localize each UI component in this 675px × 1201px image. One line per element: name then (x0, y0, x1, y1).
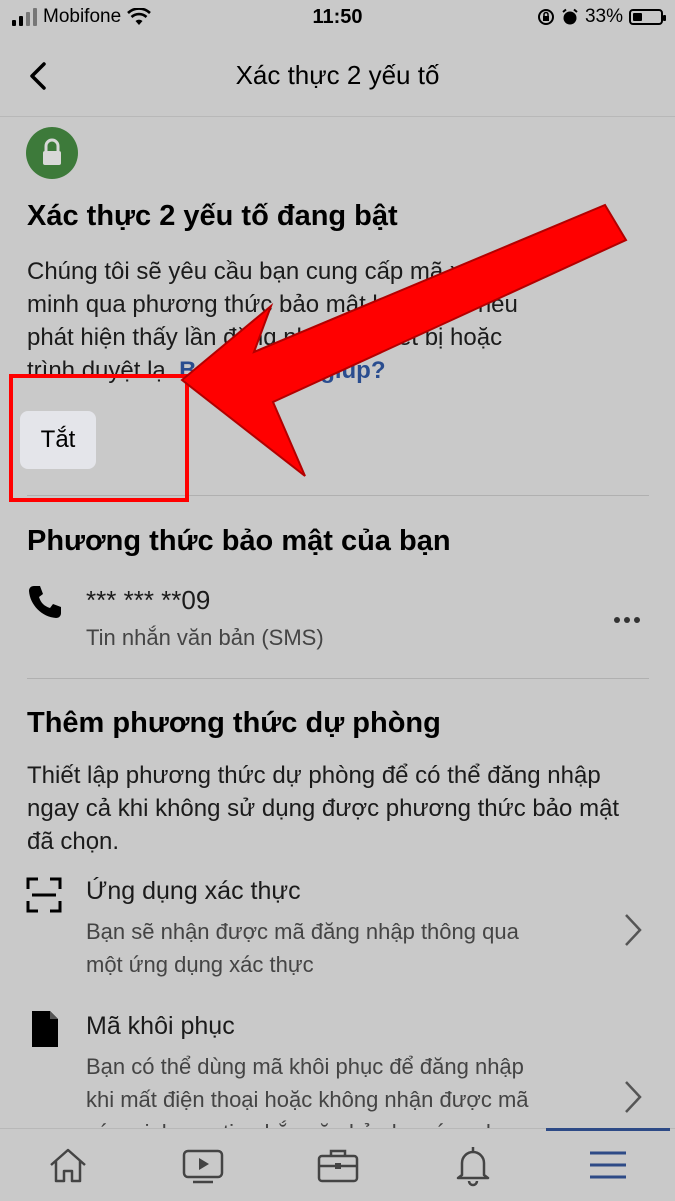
lock-icon (43, 138, 61, 165)
two-factor-description: Chúng tôi sẽ yêu cầu bạn cung cấp mã xác… (27, 255, 627, 387)
description-line: một ứng dụng xác thực (86, 952, 314, 977)
battery-icon (629, 9, 666, 25)
divider (27, 678, 649, 679)
document-icon (32, 1011, 58, 1047)
dot (614, 617, 620, 623)
home-icon[interactable] (46, 1143, 90, 1187)
scan-icon (26, 877, 62, 913)
description-line: đã chọn. (27, 828, 120, 855)
security-method-heading: Phương thức bảo mật của bạn (27, 525, 451, 557)
status-right: 33% (537, 6, 666, 28)
tab-bar (0, 1128, 675, 1201)
backup-method-heading: Thêm phương thức dự phòng (27, 707, 441, 739)
recovery-code-title: Mã khôi phục (86, 1012, 235, 1040)
description-line: phát hiện thấy lần đăng nhập từ thiết bị… (27, 324, 503, 351)
description-line: Bạn sẽ nhận được mã đăng nhập thông qua (86, 919, 519, 944)
description-line: ngay cả khi không sử dụng được phương th… (27, 795, 620, 822)
lock-badge (26, 127, 78, 179)
dot (624, 617, 630, 623)
active-tab-indicator (546, 1128, 670, 1131)
navigation-bar: Xác thực 2 yếu tố (0, 36, 675, 117)
two-factor-status-heading: Xác thực 2 yếu tố đang bật (27, 200, 398, 232)
dot (634, 617, 640, 623)
chevron-right-icon (625, 1081, 642, 1113)
bell-icon[interactable] (451, 1143, 495, 1187)
description-line: minh qua phương thức bảo mật bạn chọn nế… (27, 291, 518, 318)
description-line: Bạn có thể dùng mã khôi phục để đăng nhậ… (86, 1054, 524, 1079)
description-line: Chúng tôi sẽ yêu cầu bạn cung cấp mã xác (27, 258, 488, 285)
briefcase-icon[interactable] (316, 1143, 360, 1187)
annotation-highlight-box (9, 374, 189, 502)
menu-icon[interactable] (586, 1143, 630, 1187)
method-type: Tin nhắn văn bản (SMS) (86, 625, 324, 650)
authenticator-app-title: Ứng dụng xác thực (86, 877, 301, 905)
phone-icon (29, 586, 61, 618)
orientation-lock-icon (537, 9, 554, 25)
battery-percent: 33% (584, 6, 623, 27)
page-title: Xác thực 2 yếu tố (235, 60, 440, 90)
phone-number: *** *** **09 (86, 585, 211, 615)
help-link[interactable]: Bạn cần trợ giúp? (179, 357, 385, 384)
alarm-icon (562, 8, 578, 25)
more-options-button[interactable] (614, 617, 640, 623)
description-line: Thiết lập phương thức dự phòng để có thể… (27, 762, 601, 789)
description-line: khi mất điện thoại hoặc không nhận được … (86, 1087, 529, 1112)
authenticator-app-description: Bạn sẽ nhận được mã đăng nhập thông qua … (86, 915, 586, 981)
chevron-right-icon (625, 914, 642, 946)
backup-description: Thiết lập phương thức dự phòng để có thể… (27, 759, 627, 858)
status-bar: Mobifone 11:50 33% (0, 0, 675, 36)
video-icon[interactable] (181, 1143, 225, 1187)
